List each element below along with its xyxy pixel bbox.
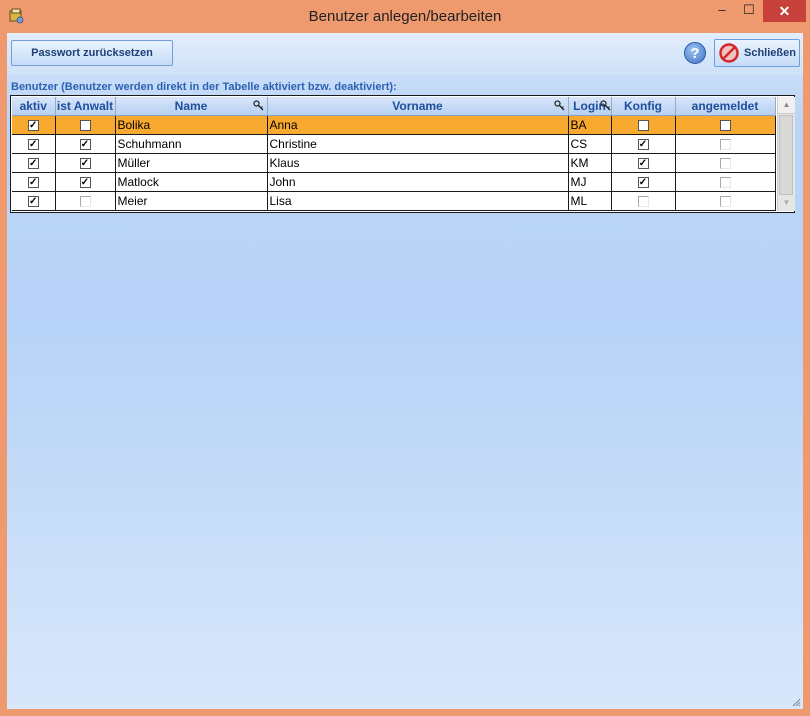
cell-name[interactable]: Meier <box>115 191 268 211</box>
help-icon[interactable]: ? <box>684 42 706 64</box>
angemeldet-checkbox[interactable] <box>719 139 731 151</box>
table-header-row: aktiv ist Anwalt Name Vorname Login Konf… <box>12 97 776 116</box>
cell-anwalt[interactable] <box>55 115 116 135</box>
cell-angemeldet[interactable] <box>675 115 776 135</box>
column-header-konfig[interactable]: Konfig <box>611 97 676 116</box>
cell-aktiv[interactable]: ✓ <box>12 172 56 192</box>
maximize-button[interactable]: ☐ <box>736 0 762 22</box>
cell-konfig[interactable] <box>611 115 676 135</box>
no-entry-icon <box>719 43 739 63</box>
cell-konfig[interactable] <box>611 191 676 211</box>
cell-angemeldet[interactable] <box>675 191 776 211</box>
angemeldet-checkbox[interactable] <box>719 196 731 208</box>
cell-angemeldet[interactable] <box>675 153 776 173</box>
resize-grip-icon[interactable] <box>791 697 801 707</box>
toolbar: Passwort zurücksetzen ? Schließen <box>7 33 803 75</box>
column-header-aktiv[interactable]: aktiv <box>12 97 56 116</box>
close-button-label: Schließen <box>744 47 796 59</box>
vertical-scrollbar[interactable]: ▲ ▼ <box>777 97 795 211</box>
cell-name[interactable]: Schuhmann <box>115 134 268 154</box>
cell-anwalt[interactable]: ✓ <box>55 153 116 173</box>
cell-name[interactable]: Müller <box>115 153 268 173</box>
angemeldet-checkbox[interactable] <box>719 120 731 132</box>
anwalt-checkbox[interactable]: ✓ <box>79 158 91 170</box>
scroll-down-icon[interactable]: ▼ <box>778 195 795 211</box>
key-icon <box>252 100 263 111</box>
cell-konfig[interactable]: ✓ <box>611 172 676 192</box>
cell-anwalt[interactable]: ✓ <box>55 172 116 192</box>
column-header-anwalt[interactable]: ist Anwalt <box>55 97 116 116</box>
table-row[interactable]: ✓ Meier Lisa ML <box>12 191 776 211</box>
konfig-checkbox[interactable]: ✓ <box>637 177 649 189</box>
cell-login[interactable]: CS <box>568 134 612 154</box>
title-bar[interactable]: Benutzer anlegen/bearbeiten – ☐ ✕ <box>0 0 810 34</box>
konfig-checkbox[interactable] <box>637 120 649 132</box>
window-close-button[interactable]: ✕ <box>763 0 806 22</box>
reset-password-button[interactable]: Passwort zurücksetzen <box>11 40 173 66</box>
column-header-login[interactable]: Login <box>568 97 612 116</box>
close-button[interactable]: Schließen <box>714 39 800 67</box>
cell-konfig[interactable]: ✓ <box>611 134 676 154</box>
konfig-checkbox[interactable]: ✓ <box>637 139 649 151</box>
cell-aktiv[interactable]: ✓ <box>12 134 56 154</box>
section-label: Benutzer (Benutzer werden direkt in der … <box>11 81 397 93</box>
app-window: Benutzer anlegen/bearbeiten – ☐ ✕ Passwo… <box>0 0 810 716</box>
column-header-vorname[interactable]: Vorname <box>267 97 569 116</box>
cell-angemeldet[interactable] <box>675 134 776 154</box>
column-header-vorname-label: Vorname <box>392 99 443 113</box>
cell-name[interactable]: Matlock <box>115 172 268 192</box>
table-body: ✓ Bolika Anna BA ✓ ✓ Schuhmann Christine CS ✓ ✓ ✓ Mü… <box>12 115 776 211</box>
anwalt-checkbox[interactable] <box>79 196 91 208</box>
table-row[interactable]: ✓ ✓ Müller Klaus KM ✓ <box>12 153 776 173</box>
column-header-angemeldet[interactable]: angemeldet <box>675 97 776 116</box>
cell-login[interactable]: MJ <box>568 172 612 192</box>
cell-login[interactable]: KM <box>568 153 612 173</box>
aktiv-checkbox[interactable]: ✓ <box>27 158 39 170</box>
cell-vorname[interactable]: Klaus <box>267 153 569 173</box>
aktiv-checkbox[interactable]: ✓ <box>27 139 39 151</box>
users-grid: aktiv ist Anwalt Name Vorname Login Konf… <box>12 97 776 211</box>
scroll-thumb[interactable] <box>779 115 793 195</box>
table-row[interactable]: ✓ ✓ Matlock John MJ ✓ <box>12 172 776 192</box>
aktiv-checkbox[interactable]: ✓ <box>27 120 39 132</box>
konfig-checkbox[interactable]: ✓ <box>637 158 649 170</box>
cell-anwalt[interactable] <box>55 191 116 211</box>
cell-vorname[interactable]: Anna <box>267 115 569 135</box>
key-icon <box>599 100 610 111</box>
table-row[interactable]: ✓ Bolika Anna BA <box>12 115 776 135</box>
column-header-name[interactable]: Name <box>115 97 268 116</box>
cell-anwalt[interactable]: ✓ <box>55 134 116 154</box>
cell-konfig[interactable]: ✓ <box>611 153 676 173</box>
cell-vorname[interactable]: Lisa <box>267 191 569 211</box>
client-area: Passwort zurücksetzen ? Schließen Benutz… <box>7 33 803 709</box>
anwalt-checkbox[interactable] <box>79 120 91 132</box>
cell-angemeldet[interactable] <box>675 172 776 192</box>
konfig-checkbox[interactable] <box>637 196 649 208</box>
cell-login[interactable]: BA <box>568 115 612 135</box>
anwalt-checkbox[interactable]: ✓ <box>79 177 91 189</box>
column-header-name-label: Name <box>174 99 208 113</box>
aktiv-checkbox[interactable]: ✓ <box>27 177 39 189</box>
anwalt-checkbox[interactable]: ✓ <box>79 139 91 151</box>
aktiv-checkbox[interactable]: ✓ <box>27 196 39 208</box>
cell-login[interactable]: ML <box>568 191 612 211</box>
cell-vorname[interactable]: John <box>267 172 569 192</box>
key-icon <box>553 100 564 111</box>
cell-aktiv[interactable]: ✓ <box>12 191 56 211</box>
cell-aktiv[interactable]: ✓ <box>12 115 56 135</box>
users-table: aktiv ist Anwalt Name Vorname Login Konf… <box>10 95 795 213</box>
table-row[interactable]: ✓ ✓ Schuhmann Christine CS ✓ <box>12 134 776 154</box>
angemeldet-checkbox[interactable] <box>719 158 731 170</box>
cell-vorname[interactable]: Christine <box>267 134 569 154</box>
cell-name[interactable]: Bolika <box>115 115 268 135</box>
window-title: Benutzer anlegen/bearbeiten <box>308 8 502 25</box>
cell-aktiv[interactable]: ✓ <box>12 153 56 173</box>
scroll-up-icon[interactable]: ▲ <box>778 97 795 114</box>
angemeldet-checkbox[interactable] <box>719 177 731 189</box>
minimize-button[interactable]: – <box>708 0 736 22</box>
